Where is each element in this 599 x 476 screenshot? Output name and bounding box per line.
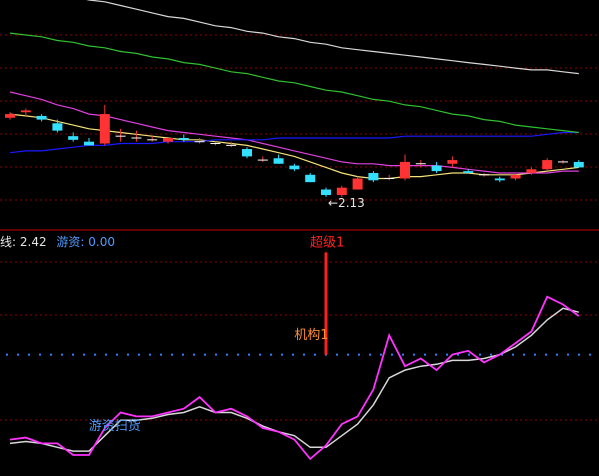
dotline-point <box>303 353 305 356</box>
candle-body-32 <box>510 174 521 179</box>
candle-body-28 <box>447 160 458 164</box>
candle-body-17 <box>273 158 284 164</box>
candle-body-18 <box>289 165 300 170</box>
candle-body-25 <box>400 161 410 179</box>
ma-line-3 <box>9 32 579 134</box>
dotline-point <box>94 353 96 356</box>
dotline-point <box>248 353 250 356</box>
dotline-point <box>182 353 184 356</box>
candle-body-19 <box>305 174 316 183</box>
dotline-point <box>479 353 481 356</box>
dotline-point <box>413 353 415 356</box>
dotline-point <box>28 353 30 356</box>
dotline-point <box>237 353 239 356</box>
dotline-point <box>347 353 349 356</box>
ma-line-4 <box>86 0 579 75</box>
dotline-point <box>226 353 228 356</box>
candle-body-0 <box>5 114 15 118</box>
dotline-point <box>589 353 591 356</box>
dotline-point <box>17 353 19 356</box>
dotline-point <box>83 353 85 356</box>
candle-body-3 <box>52 123 63 131</box>
dotline-point <box>50 353 52 356</box>
info-value-line: 2.42 <box>19 235 47 249</box>
candle-body-20 <box>321 189 331 196</box>
dotline-point <box>193 353 195 356</box>
dotline-point <box>545 353 547 356</box>
candle-body-27 <box>431 165 442 172</box>
dotline-point <box>468 353 470 356</box>
dotline-point <box>534 353 536 356</box>
dotline-point <box>149 353 151 356</box>
info-label-line: 线: <box>0 235 17 249</box>
dotline-point <box>160 353 162 356</box>
dotline-point <box>435 353 437 356</box>
dotline-point <box>259 353 261 356</box>
dotline-point <box>39 353 41 356</box>
candle-body-10 <box>163 138 173 142</box>
candle-body-1 <box>20 110 31 113</box>
oscillator-label-2: 超级1 <box>310 236 344 251</box>
dotline-point <box>358 353 360 356</box>
oscillator-label-1: 机构1 <box>294 328 328 343</box>
candle-body-2 <box>36 115 47 120</box>
ma-line-1 <box>9 91 579 174</box>
candle-body-6 <box>99 114 110 144</box>
candle-body-23 <box>368 172 379 181</box>
dotline-point <box>138 353 140 356</box>
dotline-point <box>336 353 338 356</box>
candle-body-22 <box>352 178 363 190</box>
candle-body-5 <box>84 141 94 146</box>
dotline-point <box>204 353 206 356</box>
dotline-point <box>446 353 448 356</box>
dotline-point <box>567 353 569 356</box>
dotline-point <box>61 353 63 356</box>
indicator-info-bar: 线: 2.42 游资: 0.00 <box>0 233 115 250</box>
dotline-point <box>127 353 129 356</box>
dotline-point <box>402 353 404 356</box>
candle-body-11 <box>178 138 189 140</box>
candle-body-36 <box>573 161 584 168</box>
dotline-point <box>578 353 580 356</box>
dotline-point <box>105 353 107 356</box>
candle-body-33 <box>526 169 537 173</box>
dotline-point <box>391 353 393 356</box>
candle-body-29 <box>463 171 474 173</box>
dotline-point <box>215 353 217 356</box>
dotline-point <box>512 353 514 356</box>
oscillator-main-line <box>9 295 580 461</box>
dotline-point <box>424 353 426 356</box>
candle-body-31 <box>494 178 505 181</box>
dotline-point <box>270 353 272 356</box>
info-value-youzi: 0.00 <box>88 235 116 249</box>
dotline-point <box>292 353 294 356</box>
candle-body-34 <box>542 160 553 170</box>
low-price-annotation-0: ←2.13 <box>328 196 365 210</box>
candle-body-21 <box>336 187 347 196</box>
dotline-point <box>556 353 558 356</box>
oscillator-label-0: 游资扫货 <box>89 418 141 434</box>
dotline-point <box>380 353 382 356</box>
dotline-point <box>369 353 371 356</box>
dotline-point <box>523 353 525 356</box>
dotline-point <box>6 353 8 356</box>
candle-body-15 <box>242 149 252 157</box>
dotline-point <box>171 353 173 356</box>
dotline-point <box>72 353 74 356</box>
info-label-youzi: 游资: <box>56 235 85 249</box>
dotline-point <box>314 353 316 356</box>
candle-body-4 <box>68 136 79 140</box>
dotline-point <box>281 353 283 356</box>
dotline-point <box>490 353 492 356</box>
ma-line-2 <box>9 131 579 154</box>
dotline-point <box>116 353 118 356</box>
